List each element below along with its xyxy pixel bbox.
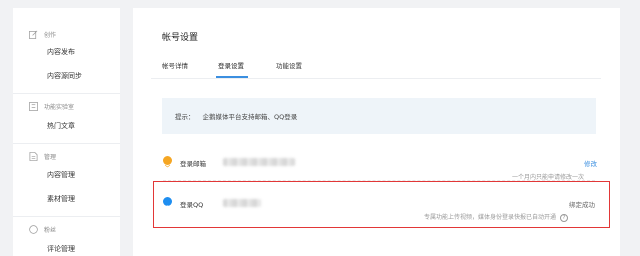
tip-text: 企鹅媒体平台支持邮箱、QQ登录 — [202, 113, 298, 121]
edit-icon — [29, 30, 38, 39]
tab-login-settings[interactable]: 登录设置 — [218, 60, 244, 70]
sidebar-item-publish[interactable]: 内容发布 — [47, 47, 75, 57]
divider — [13, 143, 120, 144]
email-value-redacted — [223, 158, 295, 166]
lab-icon — [29, 101, 38, 111]
sidebar-section-label: 粉丝 — [44, 226, 57, 234]
tip-label: 提示： — [175, 113, 195, 121]
sidebar-section-lab[interactable]: 功能实验室 — [29, 100, 74, 112]
sidebar-section-label: 功能实验室 — [44, 103, 75, 111]
tab-feature-settings[interactable]: 功能设置 — [276, 60, 302, 70]
divider — [13, 93, 120, 94]
sidebar-section-create[interactable]: 创作 — [29, 28, 56, 40]
tab-bar-divider — [151, 78, 601, 79]
sidebar-item-content-manage[interactable]: 内容管理 — [47, 170, 75, 180]
sidebar-section-fans[interactable]: 粉丝 — [29, 223, 56, 235]
active-tab-indicator — [216, 76, 248, 78]
sidebar: 创作 内容发布 内容源同步 功能实验室 热门文章 管理 内容管理 素材管理 粉丝… — [13, 8, 120, 256]
email-label: 登录邮箱 — [180, 160, 206, 168]
highlight-box — [153, 181, 610, 228]
document-icon — [29, 151, 38, 161]
sidebar-item-source-sync[interactable]: 内容源同步 — [47, 71, 82, 81]
envelope-icon — [164, 164, 171, 169]
tip-box: 提示： 企鹅媒体平台支持邮箱、QQ登录 — [162, 98, 596, 134]
sidebar-section-manage[interactable]: 管理 — [29, 150, 56, 162]
modify-email-link[interactable]: 修改 — [584, 158, 597, 168]
divider — [13, 216, 120, 217]
email-icon — [163, 156, 172, 169]
tab-account-details[interactable]: 帐号详情 — [162, 60, 188, 70]
sidebar-section-label: 管理 — [44, 153, 57, 161]
fans-icon — [29, 224, 38, 234]
sidebar-item-comment-manage[interactable]: 评论管理 — [47, 244, 75, 254]
sidebar-item-hot-articles[interactable]: 热门文章 — [47, 121, 75, 131]
page-title: 帐号设置 — [162, 33, 199, 43]
sidebar-section-label: 创作 — [44, 31, 57, 39]
sidebar-item-material-manage[interactable]: 素材管理 — [47, 194, 75, 204]
